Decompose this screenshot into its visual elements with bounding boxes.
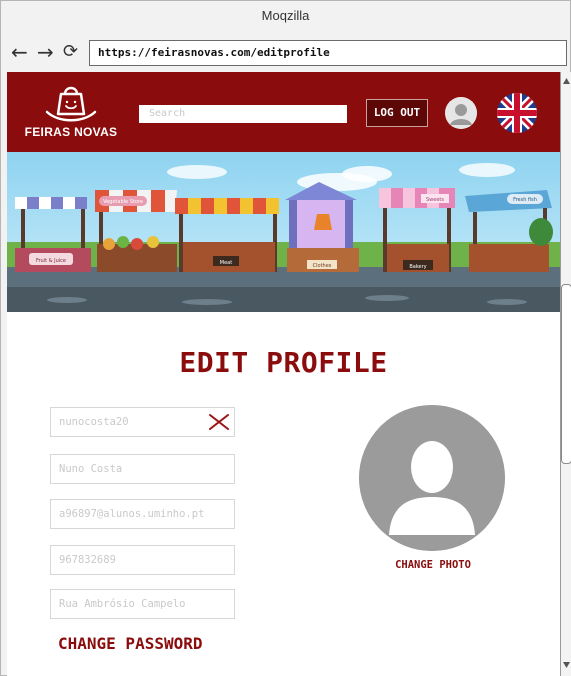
user-silhouette-icon <box>359 405 505 551</box>
back-arrow-icon[interactable]: ← <box>11 41 28 63</box>
page-title: EDIT PROFILE <box>179 346 388 379</box>
scroll-down-icon[interactable] <box>562 660 571 670</box>
brand-name: FEIRAS NOVAS <box>24 125 118 139</box>
site-header: FEIRAS NOVAS Search LOG OUT <box>7 72 560 152</box>
uk-flag-icon[interactable] <box>497 93 537 133</box>
change-password-link[interactable]: CHANGE PASSWORD <box>58 634 203 653</box>
email-field[interactable]: a96897@alunos.uminho.pt <box>50 499 235 529</box>
banner-sign-vegetables: Vegetable Store <box>103 199 143 205</box>
user-avatar[interactable] <box>445 97 477 129</box>
banner-sign-clothes: Clothes <box>313 263 332 269</box>
banner-sign-bakery: Bakery <box>409 264 426 270</box>
scroll-up-icon[interactable] <box>562 76 571 86</box>
clear-x-icon[interactable] <box>207 412 231 432</box>
scrollbar-thumb[interactable] <box>561 284 571 464</box>
title-bar: Moqzilla <box>1 1 570 33</box>
phone-field[interactable]: 967832689 <box>50 545 235 575</box>
browser-nav-bar: ← → ⟳ https://feirasnovas.com/editprofil… <box>1 35 570 71</box>
address-field[interactable]: Rua Ambrósio Campelo <box>50 589 235 619</box>
window-title: Moqzilla <box>261 8 310 23</box>
reload-icon[interactable]: ⟳ <box>63 41 78 63</box>
banner-sign-sweets: Sweets <box>426 197 444 203</box>
change-photo-link[interactable]: CHANGE PHOTO <box>369 559 497 571</box>
logout-button[interactable]: LOG OUT <box>366 99 428 127</box>
name-field[interactable]: Nuno Costa <box>50 454 235 484</box>
forward-arrow-icon[interactable]: → <box>37 41 54 63</box>
address-bar[interactable]: https://feirasnovas.com/editprofile <box>89 40 567 66</box>
banner-sign-meat: Meat <box>220 260 232 266</box>
page-viewport: FEIRAS NOVAS Search LOG OUT Fruit & Juic… <box>7 72 560 676</box>
market-banner-image: Fruit & Juice Vegetable Store Meat Cloth… <box>7 152 560 312</box>
banner-sign-fish: Fresh fish <box>513 197 537 203</box>
shopping-bag-icon <box>45 86 97 122</box>
search-input[interactable]: Search <box>139 105 347 123</box>
profile-photo <box>359 405 505 551</box>
banner-sign-fruit: Fruit & Juice <box>36 258 66 264</box>
vertical-scrollbar[interactable] <box>560 72 571 676</box>
site-logo[interactable]: FEIRAS NOVAS <box>21 80 121 146</box>
user-icon <box>445 97 477 129</box>
